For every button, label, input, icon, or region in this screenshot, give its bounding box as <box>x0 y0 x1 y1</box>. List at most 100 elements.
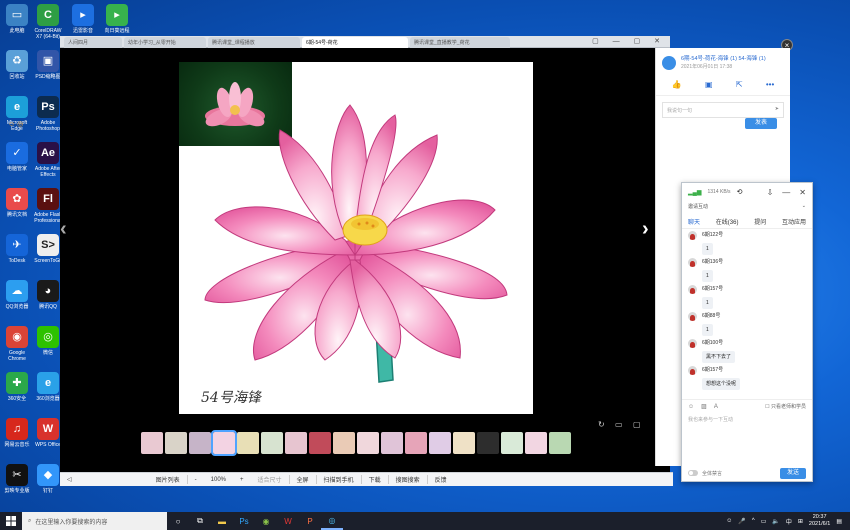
emoji-icon[interactable]: ☺ ◎ <box>8 120 23 128</box>
windows-start-icon[interactable] <box>0 512 22 530</box>
more-icon[interactable]: ••• <box>766 80 774 89</box>
desktop-shortcut[interactable]: ▸ 迅雷影音 <box>68 4 98 34</box>
refresh-icon[interactable]: ⟲ <box>737 188 743 196</box>
taskbar-search-input[interactable]: ⌕ 在这里输入你要搜索的内容 <box>22 512 167 530</box>
like-icon[interactable]: 👍 <box>672 80 682 89</box>
volume-icon[interactable]: 🔈 <box>772 518 779 525</box>
desktop-shortcut[interactable]: ♫ 网易云音乐 <box>2 418 32 448</box>
post-title[interactable]: 6期-54号-荷花-海锋 (1) 54-海锋 (1) <box>681 56 766 63</box>
thumbnail[interactable] <box>285 432 307 454</box>
rotate-icon[interactable]: ↻ <box>598 420 605 429</box>
comment-icon[interactable]: ▣ <box>705 80 713 89</box>
network-icon[interactable]: ▭ <box>761 518 767 525</box>
zoom-in-button[interactable]: + <box>233 477 251 483</box>
desktop-shortcut[interactable]: ✈ ToDesk <box>2 234 32 264</box>
qq-browser-taskbar-icon[interactable]: ◎ <box>321 512 343 530</box>
microphone-icon[interactable]: 🎤 <box>738 518 745 525</box>
desktop-shortcut[interactable]: e 360浏览器 <box>33 372 63 402</box>
desktop-shortcut[interactable]: Fl Adobe Flash Professional <box>33 188 63 224</box>
fit-window-icon[interactable]: ▭ <box>615 420 623 429</box>
thumbnail[interactable] <box>261 432 283 454</box>
desktop-shortcut[interactable]: ▣ PSD缩略图 <box>33 50 63 80</box>
thumbnail[interactable] <box>309 432 331 454</box>
desktop-shortcut[interactable]: ✂ 剪映专业版 <box>2 464 32 494</box>
message-list[interactable]: 6期122号 1 6期136号 1 6期157号 1 6期88号 1 6期100号 黑不下… <box>682 229 812 399</box>
browser-tab-active[interactable]: 6期-54号-荷花 <box>302 37 408 48</box>
next-image-arrow-icon[interactable]: › <box>642 218 649 241</box>
close-icon[interactable]: ✕ <box>799 188 806 197</box>
desktop-shortcut[interactable]: Ae Adobe After Effects <box>33 142 63 178</box>
desktop-shortcut[interactable]: ♻ 回收站 <box>2 50 32 80</box>
feedback-button[interactable]: 反馈 <box>428 475 454 484</box>
people-icon[interactable]: ☺ <box>726 518 732 524</box>
scan-to-phone-button[interactable]: 扫描到手机 <box>317 475 361 484</box>
chevron-up-icon[interactable]: ^ <box>752 518 755 524</box>
fullscreen-icon[interactable]: ▢ <box>633 420 641 429</box>
font-icon[interactable]: A <box>714 404 718 410</box>
browser-tab[interactable]: 腾讯课堂_直播教学_荷花 <box>410 37 510 48</box>
cortana-icon[interactable]: ○ <box>167 512 189 530</box>
fullscreen-button[interactable]: 全屏 <box>290 475 316 484</box>
desktop-shortcut[interactable]: ▸ 向日葵远程 <box>102 4 132 34</box>
post-comment-button[interactable]: 发表 <box>745 118 777 129</box>
tab-online[interactable]: 在线(36) <box>716 217 739 226</box>
task-view-icon[interactable]: ⧉ <box>189 512 211 530</box>
only-teacher-checkbox[interactable]: ☐ 只看老师和学员 <box>765 403 806 410</box>
interaction-select[interactable]: 邀请互动 ⌄ <box>688 203 806 213</box>
input-method[interactable]: 中 <box>786 517 792 526</box>
thumbnail[interactable] <box>549 432 571 454</box>
desktop-shortcut[interactable]: S> ScreenToGif <box>33 234 63 264</box>
pin-icon[interactable]: ⇩ <box>767 188 774 197</box>
browser-tab[interactable]: 腾讯课堂_课程播放 <box>208 37 300 48</box>
thumbnail[interactable] <box>357 432 379 454</box>
desktop-shortcut[interactable]: ✚ 360安全 <box>2 372 32 402</box>
thumbnail[interactable] <box>405 432 427 454</box>
keyboard-icon[interactable]: ⊞ <box>798 518 803 525</box>
desktop-shortcut[interactable]: ☁ QQ浏览器 <box>2 280 32 310</box>
avatar[interactable] <box>688 258 697 267</box>
tab-questions[interactable]: 提问 <box>754 217 766 226</box>
clock[interactable]: 20:37 2021/6/1 <box>809 514 830 528</box>
window-controls[interactable]: ▢ — ▢ ✕ <box>592 37 666 45</box>
desktop-shortcut[interactable]: ◆ 钉钉 <box>33 464 63 494</box>
tab-apps[interactable]: 互动应用 <box>782 217 806 226</box>
avatar[interactable] <box>688 339 697 348</box>
avatar[interactable] <box>688 312 697 321</box>
image-search-button[interactable]: 搜图搜索 <box>389 475 427 484</box>
zoom-out-button[interactable]: - <box>188 477 204 483</box>
desktop-shortcut[interactable]: ◉ Google Chrome <box>2 326 32 362</box>
minimize-icon[interactable]: — <box>782 188 790 197</box>
desktop-shortcut[interactable]: W WPS Office <box>33 418 63 448</box>
image-icon[interactable]: ▨ <box>701 403 707 410</box>
comment-input[interactable]: 我说句一句 ➤ <box>662 102 784 118</box>
emoji-icon[interactable]: ☺ <box>688 404 694 410</box>
desktop-shortcut[interactable]: ◕ 腾讯QQ <box>33 280 63 310</box>
image-list-button[interactable]: 图片列表 <box>149 475 187 484</box>
send-button[interactable]: 发送 <box>780 467 806 479</box>
browser360-taskbar-icon[interactable]: ◉ <box>255 512 277 530</box>
desktop-shortcut[interactable]: ✿ 腾讯文档 <box>2 188 32 218</box>
browser-tab[interactable]: 幼年小学习_从零开始 <box>124 37 206 48</box>
thumbnail[interactable] <box>429 432 451 454</box>
thumbnail[interactable] <box>237 432 259 454</box>
thumbnail[interactable] <box>141 432 163 454</box>
file-explorer-icon[interactable]: ▬ <box>211 512 233 530</box>
thumbnail[interactable] <box>453 432 475 454</box>
desktop-shortcut[interactable]: Ps Adobe Photoshop <box>33 96 63 132</box>
share-icon[interactable]: ⇱ <box>736 80 743 89</box>
thumbnail[interactable] <box>333 432 355 454</box>
thumbnail[interactable] <box>189 432 211 454</box>
thumbnail[interactable] <box>165 432 187 454</box>
thumbnail[interactable] <box>381 432 403 454</box>
browser-tab[interactable]: 人间四月 <box>64 37 122 48</box>
tab-chat[interactable]: 聊天 <box>688 217 700 226</box>
thumbnail[interactable] <box>525 432 547 454</box>
prev-image-arrow-icon[interactable]: ‹ <box>60 218 67 241</box>
thumbnail-selected[interactable] <box>211 430 237 456</box>
thumbnail[interactable] <box>477 432 499 454</box>
download-button[interactable]: 下载 <box>362 475 388 484</box>
thumbnail[interactable] <box>501 432 523 454</box>
desktop-shortcut[interactable]: ▭ 此电脑 <box>2 4 32 34</box>
desktop-shortcut[interactable]: C CorelDRAW X7 (64-Bit) <box>33 4 63 40</box>
photoshop-taskbar-icon[interactable]: Ps <box>233 512 255 530</box>
